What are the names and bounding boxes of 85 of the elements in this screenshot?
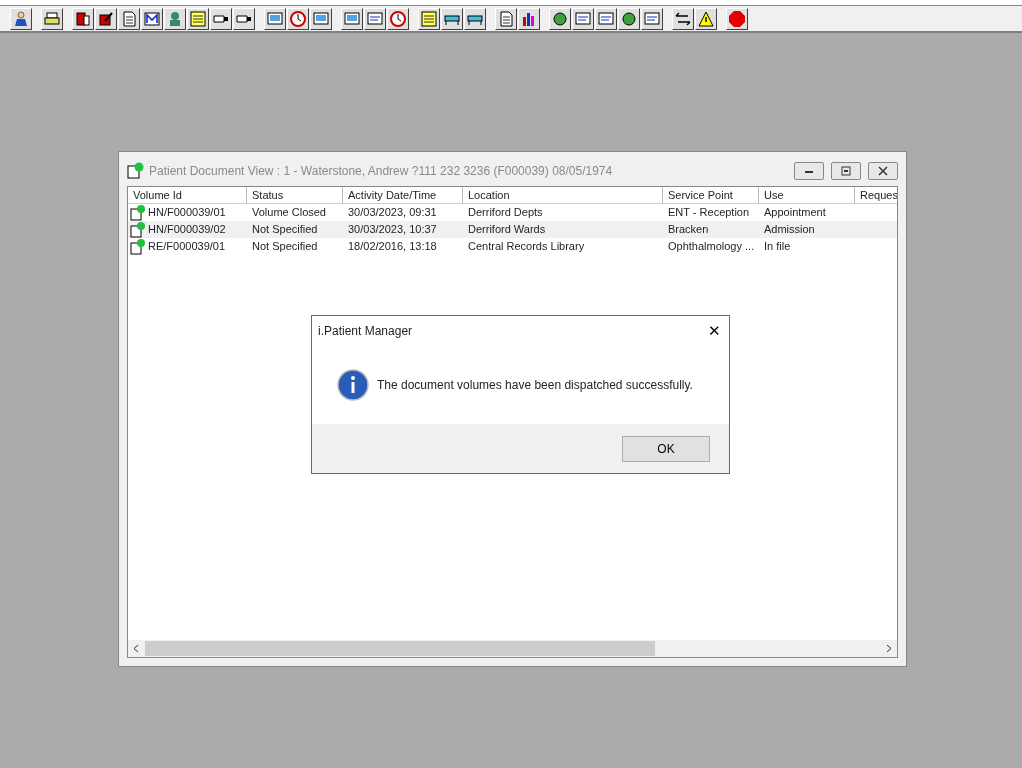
horizontal-scrollbar[interactable] [128,640,897,657]
document-window-icon [127,162,145,180]
toolbar-button[interactable] [572,7,594,30]
column-header[interactable]: Reques [855,187,897,203]
column-header[interactable]: Volume Id [128,187,247,203]
table-cell-text: 18/02/2016, 13:18 [348,239,437,255]
table-cell-text: Not Specified [252,222,318,238]
document-icon [120,9,138,28]
minimize-button[interactable] [794,162,824,180]
table-cell-text: HN/F000039/01 [148,205,226,221]
toolbar-button[interactable] [726,7,748,30]
toolbar-button[interactable] [518,7,540,30]
close-button[interactable]: ✕ [699,319,729,343]
document-icon [497,9,515,28]
form-icon [643,9,661,28]
toolbar-button[interactable] [10,7,32,30]
table-cell-text: In file [764,239,791,255]
note-icon [189,9,207,28]
close-icon [876,165,890,177]
table-cell-text: Derriford Depts [468,205,543,221]
screen-icon [343,9,361,28]
toolbar-button[interactable] [641,7,663,30]
scrollbar-thumb[interactable] [145,641,655,656]
person-icon [12,9,30,28]
toolbar-button[interactable] [364,7,386,30]
dialog-title: i.Patient Manager [318,323,413,340]
toolbar-button[interactable] [310,7,332,30]
book-icon [74,9,92,28]
table-cell-text: Ophthalmology ... [668,239,755,255]
dialog-message: The document volumes have been dispatched successfully. [377,377,693,394]
toolbar-button[interactable] [495,7,517,30]
clock-icon [289,9,307,28]
toolbar-button[interactable] [418,7,440,30]
toolbar-button[interactable] [264,7,286,30]
window-title: Patient Document View : 1 - Waterstone, Andrew ?111 232 3236 (F000039) 08/05/1974 [149,163,614,180]
document-volume-icon [130,204,146,221]
close-button[interactable] [868,162,898,180]
maximize-icon [839,165,853,177]
form-icon [574,9,592,28]
table-cell-text: RE/F000039/01 [148,239,226,255]
document-volume-icon [130,238,146,255]
table-cell-text: Derriford Wards [468,222,546,238]
toolbar-button[interactable] [387,7,409,30]
printer-icon [43,9,61,28]
table-cell-text: ENT - Reception [668,205,750,221]
toolbar-button[interactable] [287,7,309,30]
toolbar-button[interactable] [118,7,140,30]
toolbar-button[interactable] [141,7,163,30]
toolbar-button[interactable] [672,7,694,30]
column-header[interactable]: Use [759,187,855,203]
table-cell-text: Volume Closed [252,205,326,221]
table-cell-text: Not Specified [252,239,318,255]
toolbar-button[interactable] [695,7,717,30]
column-header[interactable]: Location [463,187,663,203]
table-cell-text: 30/03/2023, 09:31 [348,205,437,221]
toolbar-button[interactable] [341,7,363,30]
form-icon [366,9,384,28]
table-cell-text: Central Records Library [468,239,585,255]
letter-icon [143,9,161,28]
note-icon [420,9,438,28]
warning-icon [697,9,715,28]
information-icon [337,369,369,401]
clock-icon [389,9,407,28]
table-cell-text: Appointment [764,205,826,221]
toolbar-button[interactable] [441,7,463,30]
toolbar-button[interactable] [72,7,94,30]
toolbar-button[interactable] [595,7,617,30]
stop-sign-icon [728,9,746,28]
toolbar-button[interactable] [464,7,486,30]
toolbar-button[interactable] [95,7,117,30]
table-cell-text: HN/F000039/02 [148,222,226,238]
screen-icon [266,9,284,28]
toolbar-button[interactable] [41,7,63,30]
table-cell-text: 30/03/2023, 10:37 [348,222,437,238]
ok-button[interactable]: OK [622,435,710,462]
screen-icon [312,9,330,28]
maximize-button[interactable] [831,162,861,180]
toolbar-button[interactable] [187,7,209,30]
form-icon [597,9,615,28]
table-cell-text: Bracken [668,222,709,238]
document-volume-icon [130,221,146,238]
column-header[interactable]: Activity Date/Time [343,187,463,203]
table-cell-text: Admission [764,222,815,238]
column-header[interactable]: Service Point [663,187,759,203]
column-header[interactable]: Status [247,187,343,203]
